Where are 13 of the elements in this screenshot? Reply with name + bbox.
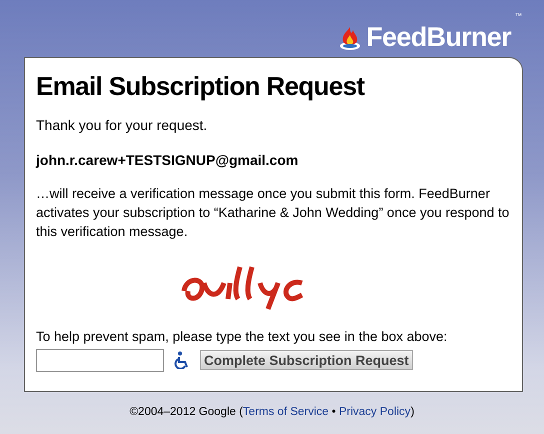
footer-text: ©2004–2012 Google (Terms of Service • Privacy Policy) <box>130 405 414 420</box>
email-address: john.r.carew+TESTSIGNUP@gmail.com <box>36 150 300 170</box>
captcha-instructions: To help prevent spam, please type the text you see in the box above: <box>36 328 448 346</box>
logo-text: FeedBurner <box>366 24 511 51</box>
terms-link[interactable]: Terms of Service <box>242 406 329 418</box>
page-title: Email Subscription Request <box>36 70 366 102</box>
privacy-link[interactable]: Privacy Policy <box>338 406 411 418</box>
complete-subscription-button[interactable]: Complete Subscription Request <box>200 350 413 370</box>
verification-message: …will receive a verification message once you submit this form. FeedBurner activates your subscription to “Katharine & John Wedding” once you respond to this verification message. <box>36 184 510 240</box>
captcha-input-field[interactable] <box>36 348 164 372</box>
accessibility-icon[interactable] <box>174 351 190 370</box>
thanks-text: Thank you for your request. <box>36 116 208 135</box>
flame-icon <box>338 25 362 51</box>
